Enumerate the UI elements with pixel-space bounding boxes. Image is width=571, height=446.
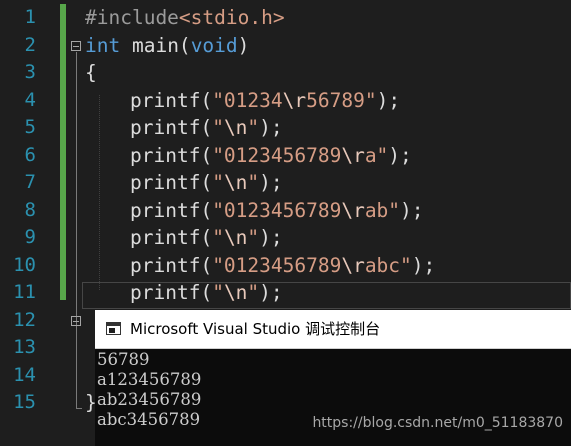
escape-sequence: \n — [223, 281, 248, 304]
line-number: 6 — [24, 143, 36, 166]
code-line[interactable]: printf("\n"); — [130, 224, 283, 252]
line-number: 13 — [13, 336, 36, 358]
string-literal: 56789" — [306, 88, 377, 112]
function-call: printf( — [130, 253, 213, 277]
line-number: 11 — [13, 281, 36, 303]
code-line[interactable]: int main(void) — [85, 32, 249, 60]
console-output-line: ab23456789 — [97, 390, 202, 409]
string-literal: " — [212, 171, 224, 194]
console-output-line: abc3456789 — [97, 410, 201, 429]
indent-guide — [99, 95, 100, 290]
string-literal: " — [212, 226, 224, 249]
string-literal: " — [247, 116, 260, 139]
fold-guide-line — [75, 52, 77, 408]
string-literal: " — [247, 281, 260, 304]
escape-sequence: \n — [223, 226, 248, 249]
escape-sequence: \n — [223, 116, 248, 139]
line-number: 1 — [24, 6, 36, 28]
preprocessor-directive: #include — [85, 6, 179, 29]
line-number: 15 — [13, 391, 36, 413]
string-literal: "0123456789 — [212, 198, 342, 222]
line-number: 2 — [24, 33, 36, 56]
function-call: printf( — [130, 143, 213, 167]
code-line[interactable]: printf("0123456789\rab"); — [130, 197, 424, 225]
fold-collapse-icon[interactable] — [71, 316, 81, 326]
keyword: int — [85, 33, 121, 57]
function-call: printf( — [130, 226, 213, 249]
code-line[interactable]: { — [85, 59, 97, 87]
line-number: 10 — [13, 253, 36, 276]
function-call: printf( — [130, 171, 213, 194]
console-output-line: a123456789 — [97, 370, 202, 389]
punctuation: ); — [400, 198, 424, 222]
escape-sequence: \r — [341, 143, 365, 167]
line-number: 14 — [13, 363, 36, 386]
include-header: <stdio.h> — [178, 6, 285, 29]
punctuation: ); — [259, 226, 283, 249]
punctuation: ); — [388, 143, 412, 167]
string-literal: " — [247, 171, 260, 194]
fold-end-marker — [76, 408, 82, 409]
code-line[interactable]: printf("01234\r56789"); — [130, 87, 400, 115]
console-title-bar[interactable]: Microsoft Visual Studio 调试控制台 — [95, 310, 571, 349]
string-literal: abc" — [364, 253, 412, 277]
punctuation: ) — [237, 33, 250, 57]
fold-collapse-icon[interactable] — [71, 41, 81, 51]
code-line[interactable]: printf("\n"); — [130, 169, 283, 197]
string-literal: " — [212, 281, 224, 304]
string-literal: " — [212, 116, 224, 139]
line-number: 4 — [24, 88, 36, 111]
punctuation: ); — [376, 88, 401, 112]
function-call: printf( — [130, 88, 213, 112]
code-line[interactable]: printf("\n"); — [130, 279, 283, 307]
brace: { — [85, 61, 97, 84]
escape-sequence: \r — [341, 253, 365, 277]
escape-sequence: \r — [341, 198, 365, 222]
line-number-gutter: 1 2 3 4 5 6 7 8 9 10 11 12 13 14 15 — [0, 0, 50, 446]
escape-sequence: \n — [223, 171, 248, 194]
line-number: 12 — [13, 308, 36, 331]
line-number: 3 — [24, 61, 36, 83]
code-line[interactable]: printf("0123456789\ra"); — [130, 142, 412, 170]
console-app-icon — [106, 322, 121, 335]
code-line[interactable]: #include<stdio.h> — [85, 4, 285, 32]
keyword: void — [190, 33, 238, 57]
watermark-url: https://blog.csdn.net/m0_51183870 — [312, 415, 563, 431]
line-number: 5 — [24, 116, 36, 138]
code-line[interactable]: printf("0123456789\rabc"); — [130, 252, 435, 280]
function-name: main( — [120, 33, 191, 57]
line-number: 9 — [24, 226, 36, 248]
escape-sequence: \r — [282, 88, 307, 112]
punctuation: ); — [259, 281, 283, 304]
punctuation: ); — [259, 116, 283, 139]
string-literal: "0123456789 — [212, 253, 342, 277]
punctuation: ); — [411, 253, 436, 277]
console-output-line: 56789 — [97, 350, 150, 369]
function-call: printf( — [130, 281, 213, 304]
function-call: printf( — [130, 116, 213, 139]
string-literal: ab" — [364, 198, 401, 222]
string-literal: "0123456789 — [212, 143, 342, 167]
line-number: 8 — [24, 198, 36, 221]
code-line[interactable]: printf("\n"); — [130, 114, 283, 142]
function-call: printf( — [130, 198, 213, 222]
string-literal: " — [247, 226, 260, 249]
string-literal: "01234 — [212, 88, 283, 112]
string-literal: a" — [364, 143, 389, 167]
punctuation: ); — [259, 171, 283, 194]
console-title: Microsoft Visual Studio 调试控制台 — [130, 320, 381, 338]
line-number: 7 — [24, 171, 36, 193]
change-tracking-bar — [60, 4, 66, 300]
